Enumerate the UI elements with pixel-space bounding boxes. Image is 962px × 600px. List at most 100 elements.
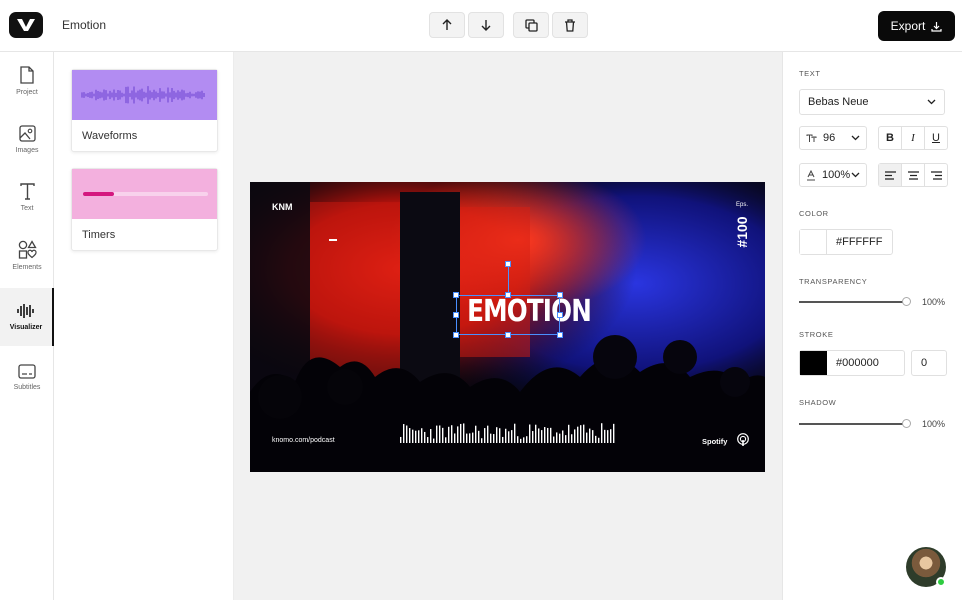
resize-handle-tm[interactable] — [505, 292, 511, 298]
rotate-handle[interactable] — [505, 261, 511, 267]
delete-button[interactable] — [552, 12, 588, 38]
stroke-section-label: STROKE — [799, 330, 834, 339]
resize-handle-tl[interactable] — [453, 292, 459, 298]
resize-handle-bl[interactable] — [453, 332, 459, 338]
waveform-bar — [427, 437, 429, 443]
sidebar-item-images[interactable]: Images — [0, 110, 54, 168]
project-name[interactable]: Emotion — [62, 18, 106, 32]
waveform-bar — [493, 434, 495, 443]
slider-knob[interactable] — [902, 297, 911, 306]
timer-preview — [72, 169, 217, 219]
transparency-section-label: TRANSPARENCY — [799, 277, 868, 286]
font-size-value: 96 — [823, 132, 836, 144]
align-left-icon — [884, 170, 896, 180]
text-icon — [19, 182, 35, 200]
chevron-down-icon — [851, 135, 860, 141]
waveform-bar — [613, 423, 615, 443]
shadow-value: 100% — [922, 419, 946, 429]
waveform-bar — [562, 430, 564, 443]
waveform-bar — [433, 438, 435, 443]
bold-button[interactable]: B — [879, 127, 902, 149]
align-right-button[interactable] — [925, 164, 947, 186]
waveform-bar — [604, 429, 606, 443]
align-center-icon — [907, 170, 919, 180]
color-input[interactable]: #FFFFFF — [799, 229, 893, 255]
stroke-swatch[interactable] — [800, 351, 827, 375]
waveform-bar — [454, 433, 456, 443]
waveforms-card[interactable]: Waveforms — [71, 69, 218, 152]
user-avatar[interactable] — [906, 547, 946, 587]
export-button[interactable]: Export — [878, 11, 955, 41]
font-size-select[interactable]: 96 — [799, 126, 867, 150]
resize-handle-tr[interactable] — [557, 292, 563, 298]
file-icon — [20, 66, 34, 84]
arrow-up-icon — [442, 19, 452, 30]
sidebar-item-visualizer[interactable]: Visualizer — [0, 288, 54, 346]
transparency-value: 100% — [922, 297, 946, 307]
color-swatch[interactable] — [800, 230, 827, 254]
waveform-bar — [529, 424, 531, 443]
line-height-select[interactable]: 100% — [799, 163, 867, 187]
shadow-slider[interactable] — [799, 419, 911, 428]
audio-waveform[interactable] — [399, 421, 619, 443]
waveform-bar — [610, 429, 612, 443]
waveform-bar — [463, 423, 465, 443]
sidebar-item-label: Elements — [12, 263, 42, 271]
waveform-bar — [418, 430, 420, 443]
resize-handle-br[interactable] — [557, 332, 563, 338]
line-height-value: 100% — [822, 169, 851, 181]
duplicate-icon — [524, 18, 538, 32]
font-select[interactable]: Bebas Neue — [799, 89, 945, 115]
resize-handle-mr[interactable] — [557, 312, 563, 318]
visualizer-panel: Waveforms Timers — [55, 52, 234, 600]
slider-knob[interactable] — [902, 419, 911, 428]
font-size-icon — [806, 134, 817, 142]
waveform-bar — [439, 425, 441, 443]
waveform-bar — [457, 426, 459, 443]
resize-handle-ml[interactable] — [453, 312, 459, 318]
waveform-bar — [553, 436, 555, 443]
card-label: Waveforms — [82, 130, 138, 142]
resize-handle-bm[interactable] — [505, 332, 511, 338]
app-logo[interactable] — [9, 12, 43, 38]
duplicate-button[interactable] — [513, 12, 549, 38]
waveform-bar — [466, 433, 468, 443]
transparency-slider[interactable] — [799, 297, 911, 306]
video-canvas[interactable]: KNM Eps. #100 EMOTION knomo.com/podcast … — [250, 182, 765, 472]
spotify-label[interactable]: Spotify — [702, 437, 727, 446]
align-center-button[interactable] — [902, 164, 925, 186]
waveform-bar — [535, 424, 537, 443]
export-label: Export — [890, 19, 926, 33]
text-section-label: TEXT — [799, 69, 821, 78]
podcast-url[interactable]: knomo.com/podcast — [272, 437, 335, 444]
sidebar-item-label: Visualizer — [9, 324, 43, 331]
arrow-down-icon — [481, 20, 491, 31]
stroke-color-value: #000000 — [836, 357, 879, 369]
move-up-button[interactable] — [429, 12, 465, 38]
episode-number[interactable]: #100 — [734, 202, 750, 262]
sidebar-item-project[interactable]: Project — [0, 52, 54, 110]
sidebar-item-text[interactable]: Text — [0, 168, 54, 226]
stroke-width-input[interactable]: 0 — [911, 350, 947, 376]
timers-card[interactable]: Timers — [71, 168, 218, 251]
sidebar-item-elements[interactable]: Elements — [0, 226, 54, 284]
italic-button[interactable]: I — [902, 127, 925, 149]
move-down-button[interactable] — [468, 12, 504, 38]
waveform-preview — [72, 70, 217, 120]
shadow-section-label: SHADOW — [799, 398, 837, 407]
waveform-bar — [502, 436, 504, 443]
sidebar-item-subtitles[interactable]: Subtitles — [0, 348, 54, 406]
sidebar-item-label: Images — [15, 146, 39, 154]
stroke-color-input[interactable]: #000000 — [799, 350, 905, 376]
waveform-bar — [577, 426, 579, 443]
waveform-bar — [559, 433, 561, 443]
waveform-bar — [499, 428, 501, 443]
brand-logo[interactable]: KNM — [272, 202, 293, 212]
waveform-bar — [541, 430, 543, 443]
waveform-bar — [514, 423, 516, 443]
underline-button[interactable]: U — [925, 127, 947, 149]
color-value: #FFFFFF — [836, 236, 883, 248]
align-left-button[interactable] — [879, 164, 902, 186]
stroke-width-value: 0 — [921, 357, 928, 369]
online-status-dot — [936, 577, 946, 587]
